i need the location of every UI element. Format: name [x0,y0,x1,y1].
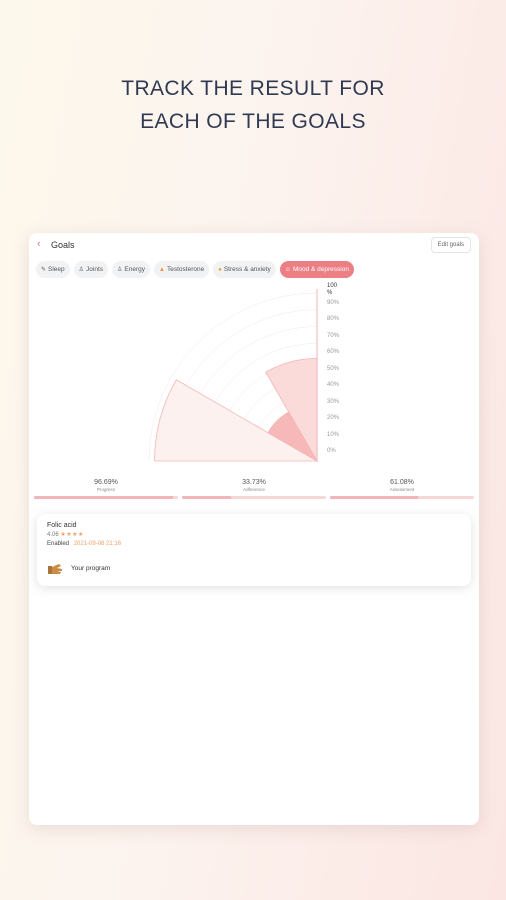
tab-label: Testosterone [166,266,205,273]
y-tick-label: 100% [327,283,338,296]
metric-value: 96.69% [94,479,118,486]
metric-bar [330,496,474,499]
metric-bar [34,496,178,499]
metric-adherence: 33.73% Adherence [182,479,326,499]
tab-label: Sleep [48,266,65,273]
your-program-link[interactable]: Your program [71,565,110,572]
person-icon: ♙ [117,267,123,273]
program-name: Folic acid [47,522,77,529]
headline-line-2: EACH OF THE GOALS [140,110,366,133]
enabled-label: Enabled [47,541,70,547]
y-tick-label: 60% [327,349,340,355]
y-tick-label: 90% [327,299,340,306]
program-rating: 4.06 ★★★★ [47,531,84,538]
metric-progress: 96.69% Progress [34,479,178,499]
y-tick-label: 10% [327,431,340,438]
metrics-row: 96.69% Progress 33.73% Adherence 61.08% … [34,479,474,499]
tab-mood-depression[interactable]: ☺ Mood & depression [279,261,354,278]
top-bar: ‹ Goals Edit goals [29,233,479,257]
y-tick-label: 50% [327,365,340,372]
person-icon: ♙ [78,267,85,273]
metric-label: Adherence [243,487,265,492]
enabled-row: Enabled 2021-09-08 21:16 [47,541,121,547]
metric-value: 61.08% [390,479,414,486]
pencil-icon: ✎ [41,267,47,273]
metric-value: 33.73% [242,479,266,486]
tab-sleep[interactable]: ✎ Sleep [36,261,70,278]
tab-testosterone[interactable]: ▲ Testosterone [154,261,210,278]
star-icons: ★★★★ [60,532,84,538]
metric-bar-fill [34,496,174,499]
tab-label: Mood & depression [292,266,349,273]
hand-icon [48,564,62,574]
y-tick-label: 70% [327,332,340,339]
goal-chart: 100% 90% 80% 70% 60% 50% 40% 30% 20% 10% 0% [29,283,479,473]
metric-label: Progress [96,487,115,492]
headline-line-1: TRACK THE RESULT FOR [121,77,385,100]
tab-label: Joints [86,266,104,273]
program-card[interactable]: Folic acid 4.06 ★★★★ Enabled 2021-09-08 … [37,514,471,586]
tab-stress-anxiety[interactable]: ● Stress & anxiety [213,261,276,278]
tab-energy[interactable]: ♙ Energy [112,261,151,278]
chevron-left-icon[interactable]: ‹ [37,239,41,250]
y-axis-labels: 100% 90% 80% 70% 60% 50% 40% 30% 20% 10% 0% [327,283,367,465]
edit-goals-button[interactable]: Edit goals [430,237,471,253]
y-tick-label: 20% [327,415,340,421]
page-title: Goals [51,240,75,250]
polar-chart [148,289,319,463]
y-tick-label: 80% [327,316,340,322]
metric-bar-fill [330,496,418,499]
rating-value: 4.06 [47,532,59,538]
metric-label: Assessment [389,487,415,492]
tab-label: Energy [124,266,146,273]
mood-icon: ☺ [284,266,291,273]
metric-assessment: 61.08% Assessment [330,479,474,499]
y-tick-label: 40% [327,382,340,388]
smile-icon: ● [218,266,222,273]
metric-bar-fill [182,496,231,499]
goal-tabs: ✎ Sleep ♙ Joints ♙ Energy ▲ Testosterone ● St… [36,261,354,278]
metric-bar [182,496,326,499]
tab-joints[interactable]: ♙ Joints [73,261,109,278]
tab-label: Stress & anxiety [223,266,271,273]
y-tick-label: 0% [327,448,336,454]
flame-icon: ▲ [159,266,165,273]
goals-card: ‹ Goals Edit goals ✎ Sleep ♙ Joints ♙ Energ… [29,233,479,825]
y-tick-label: 30% [327,398,340,405]
enabled-date: 2021-09-08 21:16 [73,541,122,547]
headline: TRACK THE RESULT FOR EACH OF THE GOALS [0,72,506,138]
